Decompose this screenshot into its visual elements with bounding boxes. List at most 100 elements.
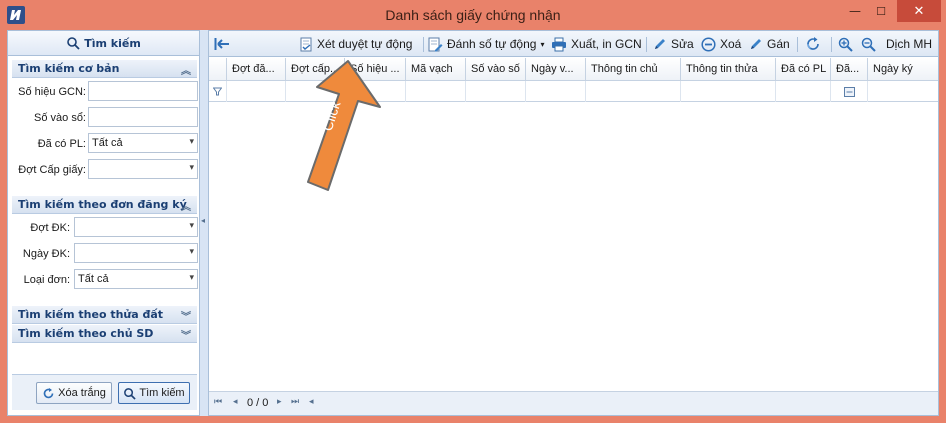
group-registration-title: Tìm kiếm theo đơn đăng ký (18, 198, 187, 211)
expand-chevron-icon[interactable]: ︾ (181, 327, 191, 342)
group-owner-title: Tìm kiếm theo chủ SD (18, 327, 154, 340)
auto-approve-label: Xét duyệt tự động (317, 37, 413, 51)
column-header[interactable]: Ngày ký (868, 58, 938, 81)
toolbar-separator (831, 37, 832, 52)
dropdown-arrow-icon[interactable]: ▾ (540, 40, 544, 49)
da-co-pl-label: Đã có PL: (37, 138, 86, 150)
refresh-icon (43, 387, 54, 398)
column-header[interactable]: Thông tin thửa (681, 58, 776, 81)
column-header[interactable]: Đã có PL (776, 58, 831, 81)
refresh-button[interactable] (805, 35, 821, 53)
delete-button[interactable]: Xoá (701, 35, 741, 53)
group-basic-search-title: Tìm kiếm cơ bản (18, 62, 120, 75)
loai-don-value: Tất cả (78, 273, 109, 285)
search-panel: Tìm kiếm cơ bản ︽ Số hiệu GCN: Số vào sổ… (7, 56, 200, 416)
zoom-in-button[interactable] (838, 35, 853, 53)
ngay-dk-select[interactable]: ▾ (74, 243, 198, 263)
filter-cell[interactable] (586, 81, 681, 102)
loai-don-select[interactable]: Tất cả ▾ (74, 269, 198, 289)
collapse-chevron-icon[interactable]: ︽ (181, 198, 191, 213)
panel-splitter[interactable]: ◂ (200, 30, 208, 416)
window-title: Danh sách giấy chứng nhận (385, 7, 561, 23)
dropdown-arrow-icon[interactable]: ▾ (189, 246, 194, 257)
group-basic-search[interactable]: Tìm kiếm cơ bản ︽ (12, 60, 197, 78)
column-header[interactable]: Đã... (831, 58, 868, 81)
group-parcel-search[interactable]: Tìm kiếm theo thửa đất ︾ (12, 306, 197, 324)
so-vao-so-input[interactable] (88, 107, 198, 127)
pan-view-label: Dịch MH (886, 37, 933, 51)
filter-cell[interactable] (466, 81, 526, 102)
close-button[interactable]: ✕ (897, 0, 941, 22)
search-actions-bar: Xóa trắng Tìm kiếm (12, 374, 197, 410)
toolbar-separator (423, 37, 424, 52)
zoom-out-icon (861, 37, 876, 52)
main-toolbar: Xét duyệt tự động Đánh số tự động ▾ Xuất… (208, 30, 939, 57)
auto-approve-button[interactable]: Xét duyệt tự động (299, 35, 412, 53)
column-header[interactable]: Mã vạch (406, 58, 466, 81)
next-page-icon[interactable]: ▸ (277, 397, 282, 407)
prev-page-icon[interactable]: ◂ (233, 397, 238, 407)
zoom-in-icon (838, 37, 853, 52)
splitter-grip-icon[interactable]: ◂ (201, 216, 205, 225)
dropdown-arrow-icon[interactable]: ▾ (189, 136, 194, 147)
dropdown-arrow-icon[interactable]: ▾ (189, 272, 194, 283)
document-edit-icon (428, 37, 443, 51)
maximize-button[interactable]: ☐ (868, 0, 894, 22)
edit-button[interactable]: Sửa (653, 35, 694, 53)
column-header[interactable]: Ngày v... (526, 58, 586, 81)
search-icon (124, 387, 137, 400)
dot-dk-select[interactable]: ▾ (74, 217, 198, 237)
dot-cap-label: Đợt Cấp giấy: (18, 164, 86, 176)
auto-numbering-button[interactable]: Đánh số tự động ▾ (428, 35, 544, 53)
delete-label: Xoá (720, 37, 742, 51)
column-header[interactable]: Thông tin chủ (586, 58, 681, 81)
scroll-left-icon[interactable]: ◂ (309, 397, 314, 407)
export-print-button[interactable]: Xuất, in GCN (551, 35, 642, 53)
first-page-icon[interactable]: ⏮ (214, 397, 222, 407)
auto-numbering-label: Đánh số tự động (447, 37, 537, 51)
last-page-icon[interactable]: ⏭ (291, 397, 299, 407)
ngay-dk-label: Ngày ĐK: (22, 248, 70, 260)
group-registration-search[interactable]: Tìm kiếm theo đơn đăng ký ︽ (12, 196, 197, 214)
row-indicator-header (209, 58, 227, 81)
dropdown-arrow-icon[interactable]: ▾ (189, 162, 194, 173)
filter-cell[interactable] (776, 81, 831, 102)
dropdown-arrow-icon[interactable]: ▾ (189, 220, 194, 231)
document-check-icon (300, 37, 312, 51)
search-panel-title: Tìm kiếm (84, 36, 141, 50)
printer-icon (552, 37, 566, 51)
arrow-left-bar-icon (214, 38, 229, 50)
filter-cell[interactable] (868, 81, 938, 102)
grid-pager: ⏮ ◂ 0 / 0 ▸ ⏭ ◂ (209, 391, 938, 415)
refresh-icon (807, 37, 819, 50)
pan-view-button[interactable]: Dịch MH (861, 35, 932, 53)
pager-text: 0 / 0 (247, 397, 269, 409)
minimize-button[interactable]: — (842, 0, 868, 22)
search-icon (67, 37, 80, 50)
filter-cell[interactable] (526, 81, 586, 102)
expand-chevron-icon[interactable]: ︾ (181, 308, 191, 323)
toolbar-separator (797, 37, 798, 52)
filter-cell[interactable] (406, 81, 466, 102)
loai-don-label: Loại đơn: (23, 274, 70, 286)
pencil-icon (751, 39, 761, 49)
title-bar: Danh sách giấy chứng nhận — ☐ ✕ (0, 0, 946, 30)
group-owner-search[interactable]: Tìm kiếm theo chủ SD ︾ (12, 325, 197, 343)
edit-label: Sửa (671, 37, 694, 51)
column-header[interactable]: Số vào số (466, 58, 526, 81)
filter-cell[interactable] (681, 81, 776, 102)
clear-button[interactable]: Xóa trắng (36, 382, 112, 404)
pencil-icon (655, 39, 665, 49)
group-parcel-title: Tìm kiếm theo thửa đất (18, 308, 164, 321)
dot-cap-select[interactable]: ▾ (88, 159, 198, 179)
collapse-chevron-icon[interactable]: ︽ (181, 62, 191, 77)
search-button[interactable]: Tìm kiếm (118, 382, 190, 404)
search-button-label: Tìm kiếm (139, 387, 185, 399)
clear-button-label: Xóa trắng (58, 387, 106, 399)
so-hieu-input[interactable] (88, 81, 198, 101)
filter-checkbox-icon[interactable] (831, 81, 868, 102)
assign-button[interactable]: Gán (749, 35, 790, 53)
collapse-panel-button[interactable] (214, 35, 230, 53)
filter-icon[interactable] (209, 81, 227, 102)
da-co-pl-select[interactable]: Tất cả ▾ (88, 133, 198, 153)
